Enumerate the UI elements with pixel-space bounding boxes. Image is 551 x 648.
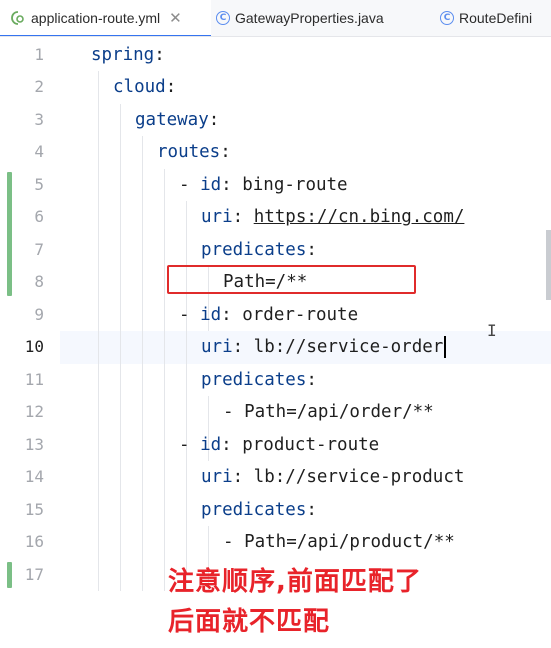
indent-guide [98, 71, 99, 592]
line-number: 12 [24, 402, 44, 422]
yaml-value: - Path=/api/product/** [223, 532, 455, 553]
yaml-value: : [154, 44, 165, 65]
line-number: 11 [24, 369, 44, 389]
line-number: 8 [34, 272, 44, 292]
tab-application-route-yml[interactable]: application-route.yml ✕ [0, 0, 211, 36]
code-line[interactable]: - id: product-route [179, 429, 379, 462]
class-icon: C [216, 11, 230, 25]
scrollbar-thumb[interactable] [546, 230, 551, 300]
line-number: 14 [24, 467, 44, 487]
yaml-value: : [306, 239, 317, 260]
code-line[interactable]: - id: bing-route [179, 169, 348, 202]
line-number: 13 [24, 434, 44, 454]
code-line[interactable]: spring: [91, 39, 165, 72]
yaml-value: : lb://service-order [232, 337, 444, 358]
line-number: 9 [34, 304, 44, 324]
code-line[interactable]: - Path=/api/product/** [223, 526, 455, 559]
line-number: 10 [24, 337, 44, 357]
indent-guide [120, 103, 121, 592]
yaml-value: - [179, 434, 201, 455]
line-number: 2 [34, 77, 44, 97]
yaml-key: id [200, 174, 222, 195]
line-number-gutter: 1 2 3 4 5 6 7 8 9 10 11 12 13 14 15 16 17 [0, 37, 60, 648]
yaml-key: id [200, 304, 222, 325]
class-icon: C [440, 11, 454, 25]
line-number: 5 [34, 174, 44, 194]
line-number: 15 [24, 499, 44, 519]
line-number: 4 [34, 142, 44, 162]
yaml-value: : [165, 77, 177, 98]
annotation-line-2: 后面就不匹配 [168, 607, 331, 637]
line-number: 1 [34, 44, 44, 64]
code-line[interactable]: predicates: [201, 364, 317, 397]
code-line[interactable]: uri: lb://service-order [201, 331, 447, 364]
yaml-key: routes [157, 142, 221, 163]
text-caret [444, 336, 447, 359]
highlight-box [167, 265, 416, 294]
tab-label: RouteDefini [459, 10, 533, 26]
yaml-key: predicates [201, 239, 307, 260]
indent-guide [164, 168, 165, 592]
yaml-key: predicates [201, 369, 307, 390]
line-number: 6 [34, 207, 44, 227]
yaml-value: : [232, 207, 254, 228]
yaml-key: uri [201, 467, 233, 488]
code-line[interactable]: - Path=/api/order/** [223, 396, 434, 429]
yaml-key: gateway [135, 109, 209, 130]
close-icon[interactable]: ✕ [169, 9, 182, 27]
yaml-value: - [179, 304, 201, 325]
indent-guide [142, 136, 143, 592]
code-line[interactable]: predicates: [201, 234, 317, 267]
line-number: 3 [34, 109, 44, 129]
code-line[interactable]: cloud: [113, 71, 176, 104]
editor-tab-bar: application-route.yml ✕ C GatewayPropert… [0, 0, 551, 37]
yaml-value: : [220, 142, 231, 163]
yaml-value: - [179, 174, 201, 195]
yaml-key: cloud [113, 77, 166, 98]
yaml-value: : lb://service-product [232, 467, 465, 488]
code-line[interactable]: predicates: [201, 494, 317, 527]
code-line[interactable]: gateway: [135, 104, 219, 137]
tab-gateway-properties[interactable]: C GatewayProperties.java [216, 0, 384, 36]
yaml-key: spring [91, 44, 155, 65]
yaml-value: : [306, 499, 317, 520]
text-cursor-icon: I [487, 321, 497, 340]
line-number: 16 [24, 532, 44, 552]
yaml-value: : [208, 109, 220, 130]
yaml-value: - Path=/api/order/** [223, 402, 434, 423]
yaml-key: predicates [201, 499, 307, 520]
yaml-key: uri [201, 337, 233, 358]
url-link[interactable]: https://cn.bing.com/ [254, 207, 465, 227]
yaml-key: id [200, 434, 222, 455]
code-line[interactable]: routes: [157, 136, 231, 169]
yaml-value: : bing-route [221, 174, 348, 195]
code-line[interactable]: uri: https://cn.bing.com/ [201, 201, 464, 234]
code-line[interactable]: uri: lb://service-product [201, 461, 464, 494]
yaml-value: : order-route [221, 304, 359, 325]
yaml-value: : [306, 369, 317, 390]
yaml-file-icon [11, 11, 24, 25]
line-number: 7 [34, 239, 44, 259]
tab-route-definition[interactable]: C RouteDefini [440, 0, 532, 36]
yaml-value: : product-route [221, 434, 380, 455]
annotation-line-1: 注意顺序,前面匹配了 [168, 567, 422, 597]
tab-label: application-route.yml [31, 10, 161, 26]
yaml-key: uri [201, 207, 233, 228]
tab-label: GatewayProperties.java [235, 10, 384, 26]
line-number: 17 [24, 564, 44, 584]
code-line[interactable]: - id: order-route [179, 299, 358, 332]
